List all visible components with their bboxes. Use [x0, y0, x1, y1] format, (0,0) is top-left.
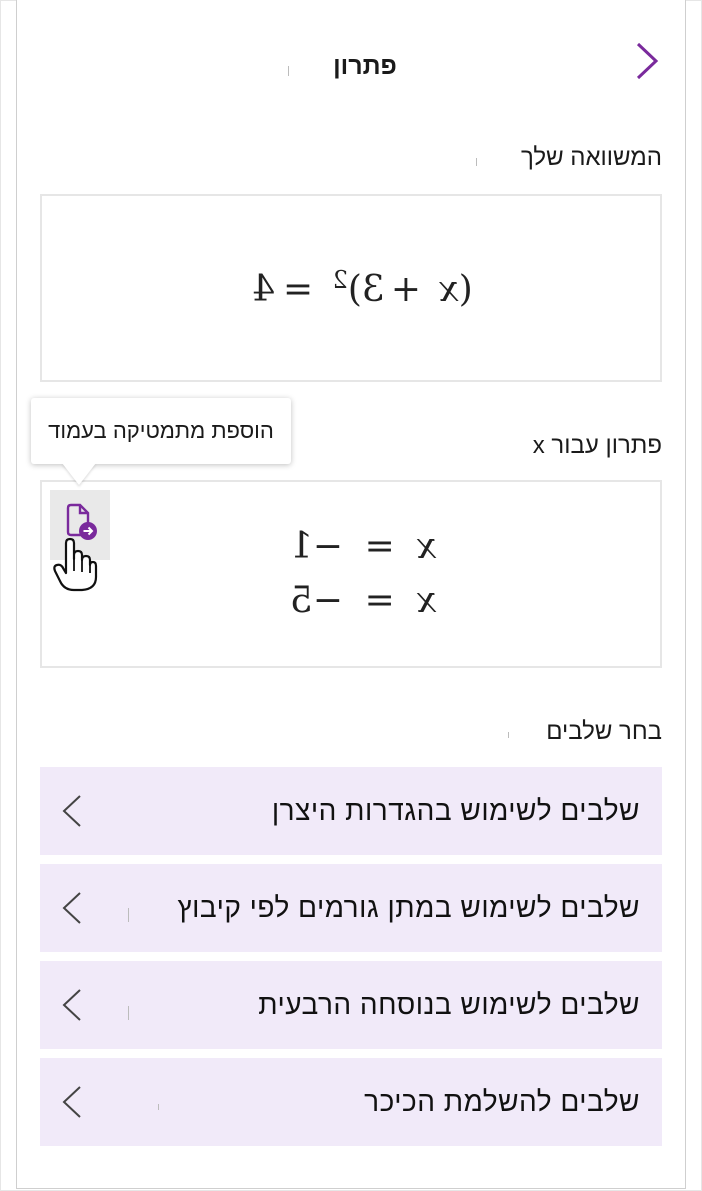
- panel-title: פתרון: [333, 52, 397, 80]
- chevron-left-icon: [62, 795, 81, 827]
- equation-display: (x +3)2 =4: [252, 266, 473, 310]
- equation-label: המשוואה שלך: [521, 144, 662, 171]
- caret-mark: [158, 1104, 159, 1110]
- caret-mark: [288, 66, 289, 76]
- solution-line-2: x = −5: [290, 580, 437, 621]
- chevron-left-icon: [62, 989, 81, 1021]
- caret-mark: [128, 908, 129, 922]
- steps-item-label: שלבים לשימוש בהגדרות היצרן: [271, 795, 640, 826]
- chevron-left-icon: [62, 1086, 81, 1118]
- steps-item-label: שלבים לשימוש בנוסחה הרבעית: [258, 989, 640, 1020]
- equation-card: (x +3)2 =4: [40, 194, 662, 382]
- steps-item-factory-settings[interactable]: שלבים לשימוש בהגדרות היצרן: [40, 767, 662, 855]
- caret-mark: [508, 732, 509, 738]
- solution-card: x = −1 x = −5: [40, 480, 662, 668]
- steps-item-completing-the-square[interactable]: שלבים להשלמת הכיכר: [40, 1058, 662, 1146]
- steps-label: בחר שלבים: [546, 718, 662, 745]
- caret-mark: [476, 158, 477, 166]
- steps-item-factoring-by-grouping[interactable]: שלבים לשימוש במתן גורמים לפי קיבוץ: [40, 864, 662, 952]
- steps-item-quadratic-formula[interactable]: שלבים לשימוש בנוסחה הרבעית: [40, 961, 662, 1049]
- chevron-left-icon: [62, 892, 81, 924]
- steps-item-label: שלבים להשלמת הכיכר: [364, 1086, 640, 1117]
- back-chevron-icon[interactable]: [630, 40, 664, 82]
- solution-line-1: x = −1: [290, 526, 437, 567]
- hand-pointer-icon: [53, 537, 98, 592]
- add-math-tooltip: הוספת מתמטיקה בעמוד: [31, 398, 291, 464]
- solution-label: פתרון עבור x: [532, 432, 662, 459]
- steps-item-label: שלבים לשימוש במתן גורמים לפי קיבוץ: [177, 892, 640, 923]
- caret-mark: [128, 1006, 129, 1020]
- tooltip-tail: [62, 463, 96, 485]
